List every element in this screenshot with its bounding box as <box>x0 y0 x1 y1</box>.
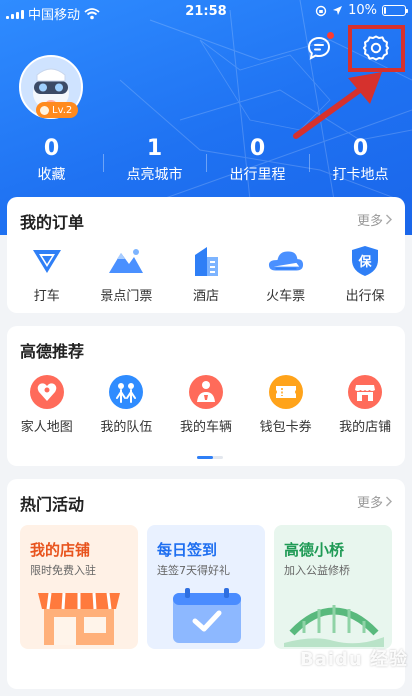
stat-value: 0 <box>249 136 266 161</box>
mountain-icon <box>108 243 144 279</box>
family-map-icon <box>29 374 65 410</box>
recommend-item-family-map[interactable]: 家人地图 <box>7 374 87 435</box>
activities-title: 热门活动 <box>20 495 85 514</box>
recommend-item-team[interactable]: 我的队伍 <box>87 374 167 435</box>
activity-card-shop[interactable]: 我的店铺 限时免费入驻 <box>20 525 138 649</box>
orders-card: 我的订单 更多 打车 景点门票 酒店 火车票 保 出行保 <box>7 197 405 313</box>
more-label: 更多 <box>356 496 383 511</box>
recommend-grid: 家人地图 我的队伍 我的车辆 钱包卡券 我的店铺 <box>7 374 405 435</box>
order-item-tickets[interactable]: 景点门票 <box>87 243 167 304</box>
stat-favorites[interactable]: 0 收藏 <box>0 136 103 186</box>
orders-title: 我的订单 <box>20 213 85 232</box>
watermark: Baidu 经验 <box>300 649 409 670</box>
recommend-item-shop[interactable]: 我的店铺 <box>325 374 405 435</box>
level-badge: Lv.2 <box>36 102 79 118</box>
ticket-icon <box>268 374 304 410</box>
taxi-icon <box>29 243 65 279</box>
stat-label: 打卡地点 <box>332 167 389 183</box>
activity-subtitle: 加入公益修桥 <box>284 564 350 577</box>
orders-grid: 打车 景点门票 酒店 火车票 保 出行保 <box>7 243 405 304</box>
svg-text:保: 保 <box>358 254 373 270</box>
recommend-item-label: 我的车辆 <box>179 420 232 435</box>
level-dot-icon <box>40 105 49 115</box>
recommend-item-wallet[interactable]: 钱包卡券 <box>246 374 326 435</box>
more-label: 更多 <box>356 214 383 229</box>
order-item-taxi[interactable]: 打车 <box>7 243 87 304</box>
storefront-illustration <box>38 592 120 645</box>
order-item-hotel[interactable]: 酒店 <box>166 243 246 304</box>
train-icon <box>268 243 304 279</box>
team-icon <box>108 374 144 410</box>
calendar-illustration <box>173 588 241 643</box>
stat-value: 0 <box>352 136 369 161</box>
recommend-title: 高德推荐 <box>20 342 85 361</box>
activity-title: 我的店铺 <box>30 541 91 559</box>
stat-label: 点亮城市 <box>126 167 183 183</box>
status-bar: 中国移动 21:58 10% <box>0 0 412 24</box>
gear-icon[interactable] <box>362 34 390 62</box>
stat-value: 1 <box>146 136 163 161</box>
recommend-item-label: 钱包卡券 <box>259 420 312 435</box>
activity-subtitle: 连签7天得好礼 <box>157 564 230 577</box>
chevron-right-icon <box>386 214 392 225</box>
battery-icon <box>382 5 408 16</box>
activity-card-checkin[interactable]: 每日签到 连签7天得好礼 <box>147 525 265 649</box>
order-item-label: 酒店 <box>192 289 219 304</box>
order-item-label: 出行保 <box>345 289 385 304</box>
recommend-item-label: 我的店铺 <box>339 420 392 435</box>
order-item-label: 景点门票 <box>100 289 153 304</box>
order-item-label: 打车 <box>33 289 60 304</box>
activities-more-link[interactable]: 更多 <box>357 492 393 511</box>
notification-dot <box>327 32 334 39</box>
pointer-arrow <box>293 72 382 139</box>
message-icon[interactable] <box>306 35 332 61</box>
stat-value: 0 <box>43 136 60 161</box>
shop-icon <box>347 374 383 410</box>
orders-more-link[interactable]: 更多 <box>357 210 393 229</box>
car-icon <box>188 374 224 410</box>
battery-percent: 10% <box>348 3 377 18</box>
rotation-lock-icon <box>315 5 327 16</box>
activity-subtitle: 限时免费入驻 <box>30 564 96 577</box>
stat-label: 出行里程 <box>229 167 286 183</box>
hotel-icon <box>188 243 224 279</box>
activity-title: 每日签到 <box>157 541 218 559</box>
stat-checkins[interactable]: 0 打卡地点 <box>309 136 412 186</box>
chevron-right-icon <box>386 496 392 507</box>
stats-row: 0 收藏 1 点亮城市 0 出行里程 0 打卡地点 <box>0 136 412 186</box>
order-item-insurance[interactable]: 保 出行保 <box>325 243 405 304</box>
activity-title: 高德小桥 <box>284 541 345 559</box>
location-arrow-icon <box>333 6 343 15</box>
stat-mileage[interactable]: 0 出行里程 <box>206 136 309 186</box>
recommend-item-label: 家人地图 <box>20 420 73 435</box>
shield-icon: 保 <box>347 243 383 279</box>
page-indicator <box>197 456 223 459</box>
order-item-label: 火车票 <box>266 289 306 304</box>
stat-label: 收藏 <box>37 167 66 183</box>
level-label: Lv.2 <box>52 104 73 116</box>
stat-cities[interactable]: 1 点亮城市 <box>103 136 206 186</box>
activity-card-bridge[interactable]: 高德小桥 加入公益修桥 <box>274 525 392 649</box>
bridge-illustration <box>284 605 384 647</box>
recommend-item-car[interactable]: 我的车辆 <box>166 374 246 435</box>
recommend-card: 高德推荐 家人地图 我的队伍 我的车辆 钱包卡券 我的店铺 <box>7 326 405 466</box>
order-item-train[interactable]: 火车票 <box>246 243 326 304</box>
recommend-item-label: 我的队伍 <box>100 420 153 435</box>
